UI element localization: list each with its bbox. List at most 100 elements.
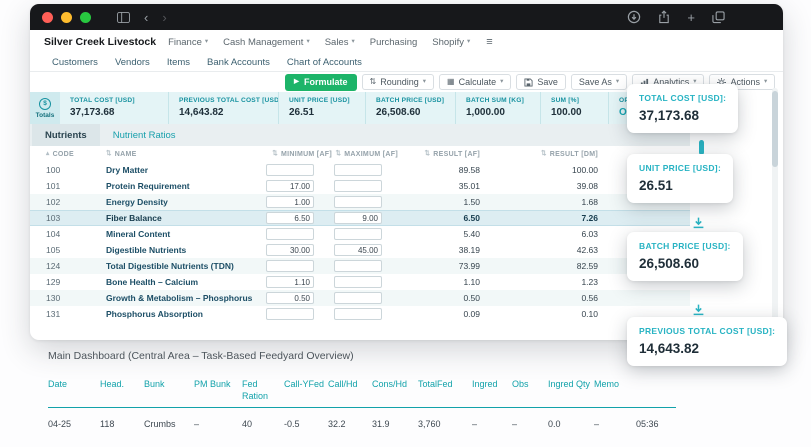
chevron-down-icon: ▾ <box>306 39 309 46</box>
row-code: 102 <box>46 197 106 207</box>
result-af: 6.50 <box>400 213 482 223</box>
calculate-button[interactable]: ▦Calculate▾ <box>439 74 511 90</box>
nutrient-row-131[interactable]: 131Phosphorus Absorption0.090.10 <box>30 306 690 322</box>
formulate-button[interactable]: ▶ Formulate <box>285 74 357 91</box>
min-input-101[interactable] <box>266 180 314 192</box>
subnav-item-items[interactable]: Items <box>167 57 190 68</box>
menu-item-purchasing[interactable]: Purchasing <box>370 37 418 48</box>
subnav-item-chart-of-accounts[interactable]: Chart of Accounts <box>287 57 362 68</box>
new-tab-icon[interactable]: + <box>687 11 695 24</box>
download-icon[interactable] <box>692 216 705 229</box>
subnav-item-vendors[interactable]: Vendors <box>115 57 150 68</box>
save-button[interactable]: Save <box>516 74 566 90</box>
metric-value: 26,508.60 <box>376 107 455 118</box>
nutrient-row-101[interactable]: 101Protein Requirement35.0139.08 <box>30 178 690 194</box>
min-input-102[interactable] <box>266 196 314 208</box>
nutrient-row-100[interactable]: 100Dry Matter89.58100.00 <box>30 162 690 178</box>
menu-item-cash-management[interactable]: Cash Management▾ <box>223 37 310 48</box>
nutrient-row-104[interactable]: 104Mineral Content5.406.03 <box>30 226 690 242</box>
result-dm: 82.59 <box>482 261 600 271</box>
nutrient-row-129[interactable]: 129Bone Health – Calcium1.101.23 <box>30 274 690 290</box>
menu-item-label: Finance <box>168 37 202 48</box>
max-input-124[interactable] <box>334 260 382 272</box>
totals-metric-batch-sum-kg: BATCH SUM [KG]1,000.00 <box>455 92 540 124</box>
menu-item-sales[interactable]: Sales▾ <box>325 37 355 48</box>
forward-chevron-icon[interactable]: › <box>162 11 166 24</box>
max-input-131[interactable] <box>334 308 382 320</box>
share-icon[interactable] <box>658 10 670 24</box>
max-input-104[interactable] <box>334 228 382 240</box>
column-header-code[interactable]: ▴CODE <box>46 151 106 158</box>
vertical-scrollbar[interactable] <box>772 88 778 334</box>
min-input-131[interactable] <box>266 308 314 320</box>
min-input-129[interactable] <box>266 276 314 288</box>
zoom-window-button[interactable] <box>80 12 91 23</box>
callout-label: UNIT PRICE [USD]: <box>639 163 721 173</box>
callout-value: 14,643.82 <box>639 341 775 356</box>
minimize-window-button[interactable] <box>61 12 72 23</box>
nutrient-row-130[interactable]: 130Growth & Metabolism – Phosphorus0.500… <box>30 290 690 306</box>
close-window-button[interactable] <box>42 12 53 23</box>
scrollbar-thumb[interactable] <box>772 91 778 167</box>
dash-col-time <box>636 379 676 403</box>
row-name: Phosphorus Absorption <box>106 309 266 319</box>
chevron-down-icon: ▾ <box>205 39 208 46</box>
result-af: 38.19 <box>400 245 482 255</box>
back-chevron-icon[interactable]: ‹ <box>144 11 148 24</box>
max-cell <box>334 292 400 304</box>
metric-value: 100.00 <box>551 107 608 118</box>
max-input-100[interactable] <box>334 164 382 176</box>
column-header-name[interactable]: ⇅NAME <box>106 151 266 158</box>
subnav-item-bank-accounts[interactable]: Bank Accounts <box>207 57 270 68</box>
dash-cell: 31.9 <box>372 419 418 429</box>
subnav-item-customers[interactable]: Customers <box>52 57 98 68</box>
nutrient-row-124[interactable]: 124Total Digestible Nutrients (TDN)73.99… <box>30 258 690 274</box>
row-name: Energy Density <box>106 197 266 207</box>
max-cell <box>334 260 400 272</box>
column-header-maximum-af[interactable]: ⇅MAXIMUM [AF] <box>334 151 400 158</box>
max-input-130[interactable] <box>334 292 382 304</box>
min-input-130[interactable] <box>266 292 314 304</box>
menu-icon[interactable]: ≡ <box>486 36 492 48</box>
min-input-100[interactable] <box>266 164 314 176</box>
menu-item-finance[interactable]: Finance▾ <box>168 37 208 48</box>
min-input-103[interactable] <box>266 212 314 224</box>
metric-label: TOTAL COST [USD] <box>70 97 168 104</box>
min-input-124[interactable] <box>266 260 314 272</box>
dash-col-totalfed: TotalFed <box>418 379 472 403</box>
column-header-result-dm[interactable]: ⇅RESULT [DM] <box>482 151 600 158</box>
dash-col-date: Date <box>48 379 100 403</box>
dash-cell: 3,760 <box>418 419 472 429</box>
titlebar-actions: + <box>627 10 725 24</box>
download-icon[interactable] <box>692 303 705 316</box>
max-input-129[interactable] <box>334 276 382 288</box>
metric-value: 37,173.68 <box>70 107 168 118</box>
tab-overview-icon[interactable] <box>712 11 725 24</box>
max-input-105[interactable] <box>334 244 382 256</box>
nutrient-row-102[interactable]: 102Energy Density1.501.68 <box>30 194 690 210</box>
column-header-result-af[interactable]: ⇅RESULT [AF] <box>400 151 482 158</box>
min-input-104[interactable] <box>266 228 314 240</box>
result-af: 5.40 <box>400 229 482 239</box>
sidebar-toggle-icon[interactable] <box>117 12 130 23</box>
max-input-103[interactable] <box>334 212 382 224</box>
nutrient-row-105[interactable]: 105Digestible Nutrients38.1942.63 <box>30 242 690 258</box>
column-header-minimum-af[interactable]: ⇅MINIMUM [AF] <box>266 151 334 158</box>
play-icon: ▶ <box>294 79 299 86</box>
max-input-101[interactable] <box>334 180 382 192</box>
tab-nutrients[interactable]: Nutrients <box>32 124 100 146</box>
overlay-scroll-pill[interactable] <box>699 140 704 155</box>
nutrient-row-103[interactable]: 103Fiber Balance6.507.26 <box>30 210 690 226</box>
min-input-105[interactable] <box>266 244 314 256</box>
menu-item-shopify[interactable]: Shopify▾ <box>432 37 470 48</box>
tab-nutrient-ratios[interactable]: Nutrient Ratios <box>100 124 189 146</box>
rounding-button[interactable]: ⇅Rounding▾ <box>362 74 435 90</box>
formulate-label: Formulate <box>304 77 348 87</box>
save-as-button[interactable]: Save As▾ <box>571 74 627 90</box>
downloads-icon[interactable] <box>627 10 641 24</box>
result-af: 1.50 <box>400 197 482 207</box>
nutrients-table: 100Dry Matter89.58100.00101Protein Requi… <box>30 162 690 322</box>
dashboard-title: Main Dashboard (Central Area – Task-Base… <box>48 350 688 362</box>
sub-navigation: Customers Vendors Items Bank Accounts Chart … <box>30 54 783 72</box>
max-input-102[interactable] <box>334 196 382 208</box>
